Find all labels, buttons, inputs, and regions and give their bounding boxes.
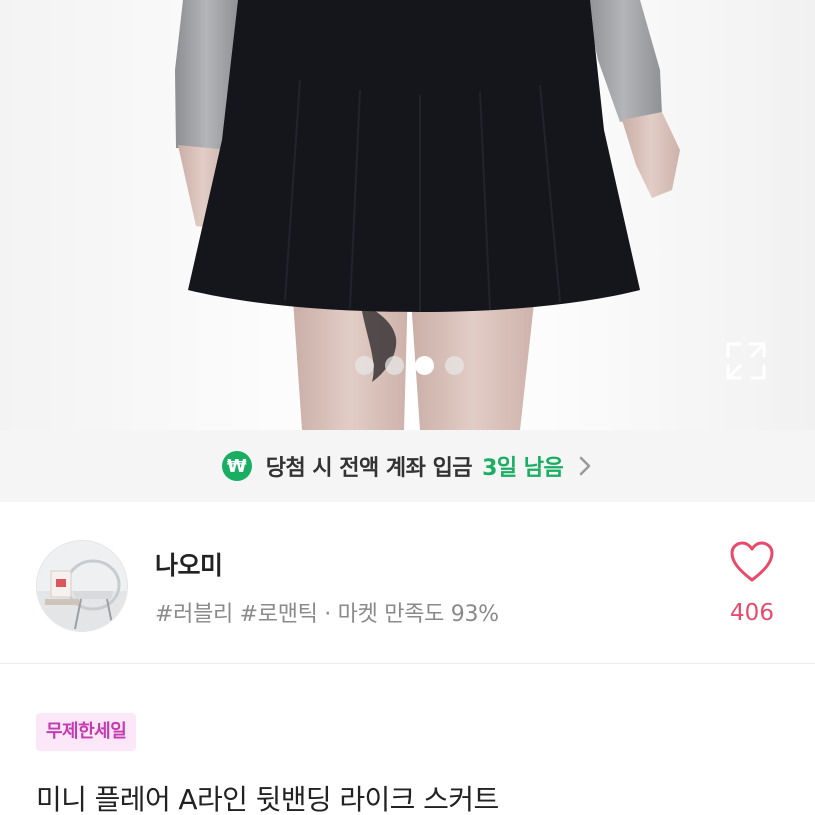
carousel-dot[interactable] <box>445 356 464 375</box>
seller-name[interactable]: 나오미 <box>155 546 223 582</box>
carousel-indicators <box>355 356 464 375</box>
product-title: 미니 플레어 A라인 뒷밴딩 라이크 스커트 <box>36 783 499 815</box>
carousel-dot[interactable] <box>355 356 374 375</box>
seller-section: 나오미 #러블리 #로맨틱 · 마켓 만족도 93% 406 <box>0 502 815 664</box>
cashback-banner[interactable]: ₩ 당첨 시 전액 계좌 입금 3일 남음 <box>0 430 815 502</box>
won-icon: ₩ <box>221 451 252 481</box>
like-count: 406 <box>730 600 774 626</box>
product-image-carousel[interactable] <box>0 0 815 430</box>
seller-avatar[interactable] <box>36 540 128 632</box>
days-left: 3일 남음 <box>482 456 564 481</box>
expand-image-button[interactable] <box>724 340 768 382</box>
carousel-dot-active[interactable] <box>415 356 434 375</box>
like-button[interactable]: 406 <box>722 540 782 640</box>
expand-icon <box>726 342 766 380</box>
avatar-image <box>37 541 127 631</box>
product-page: ₩ 당첨 시 전액 계좌 입금 3일 남음 나오미 #러블리 #로맨틱 · 마켓… <box>0 0 815 815</box>
carousel-dot[interactable] <box>385 356 404 375</box>
banner-text: 당첨 시 전액 계좌 입금 <box>265 456 473 481</box>
sale-badge: 무제한세일 <box>36 713 137 751</box>
chevron-right-icon <box>580 456 591 476</box>
heart-icon <box>730 541 774 582</box>
seller-tags-satisfaction: #러블리 #로맨틱 · 마켓 만족도 93% <box>155 602 499 627</box>
